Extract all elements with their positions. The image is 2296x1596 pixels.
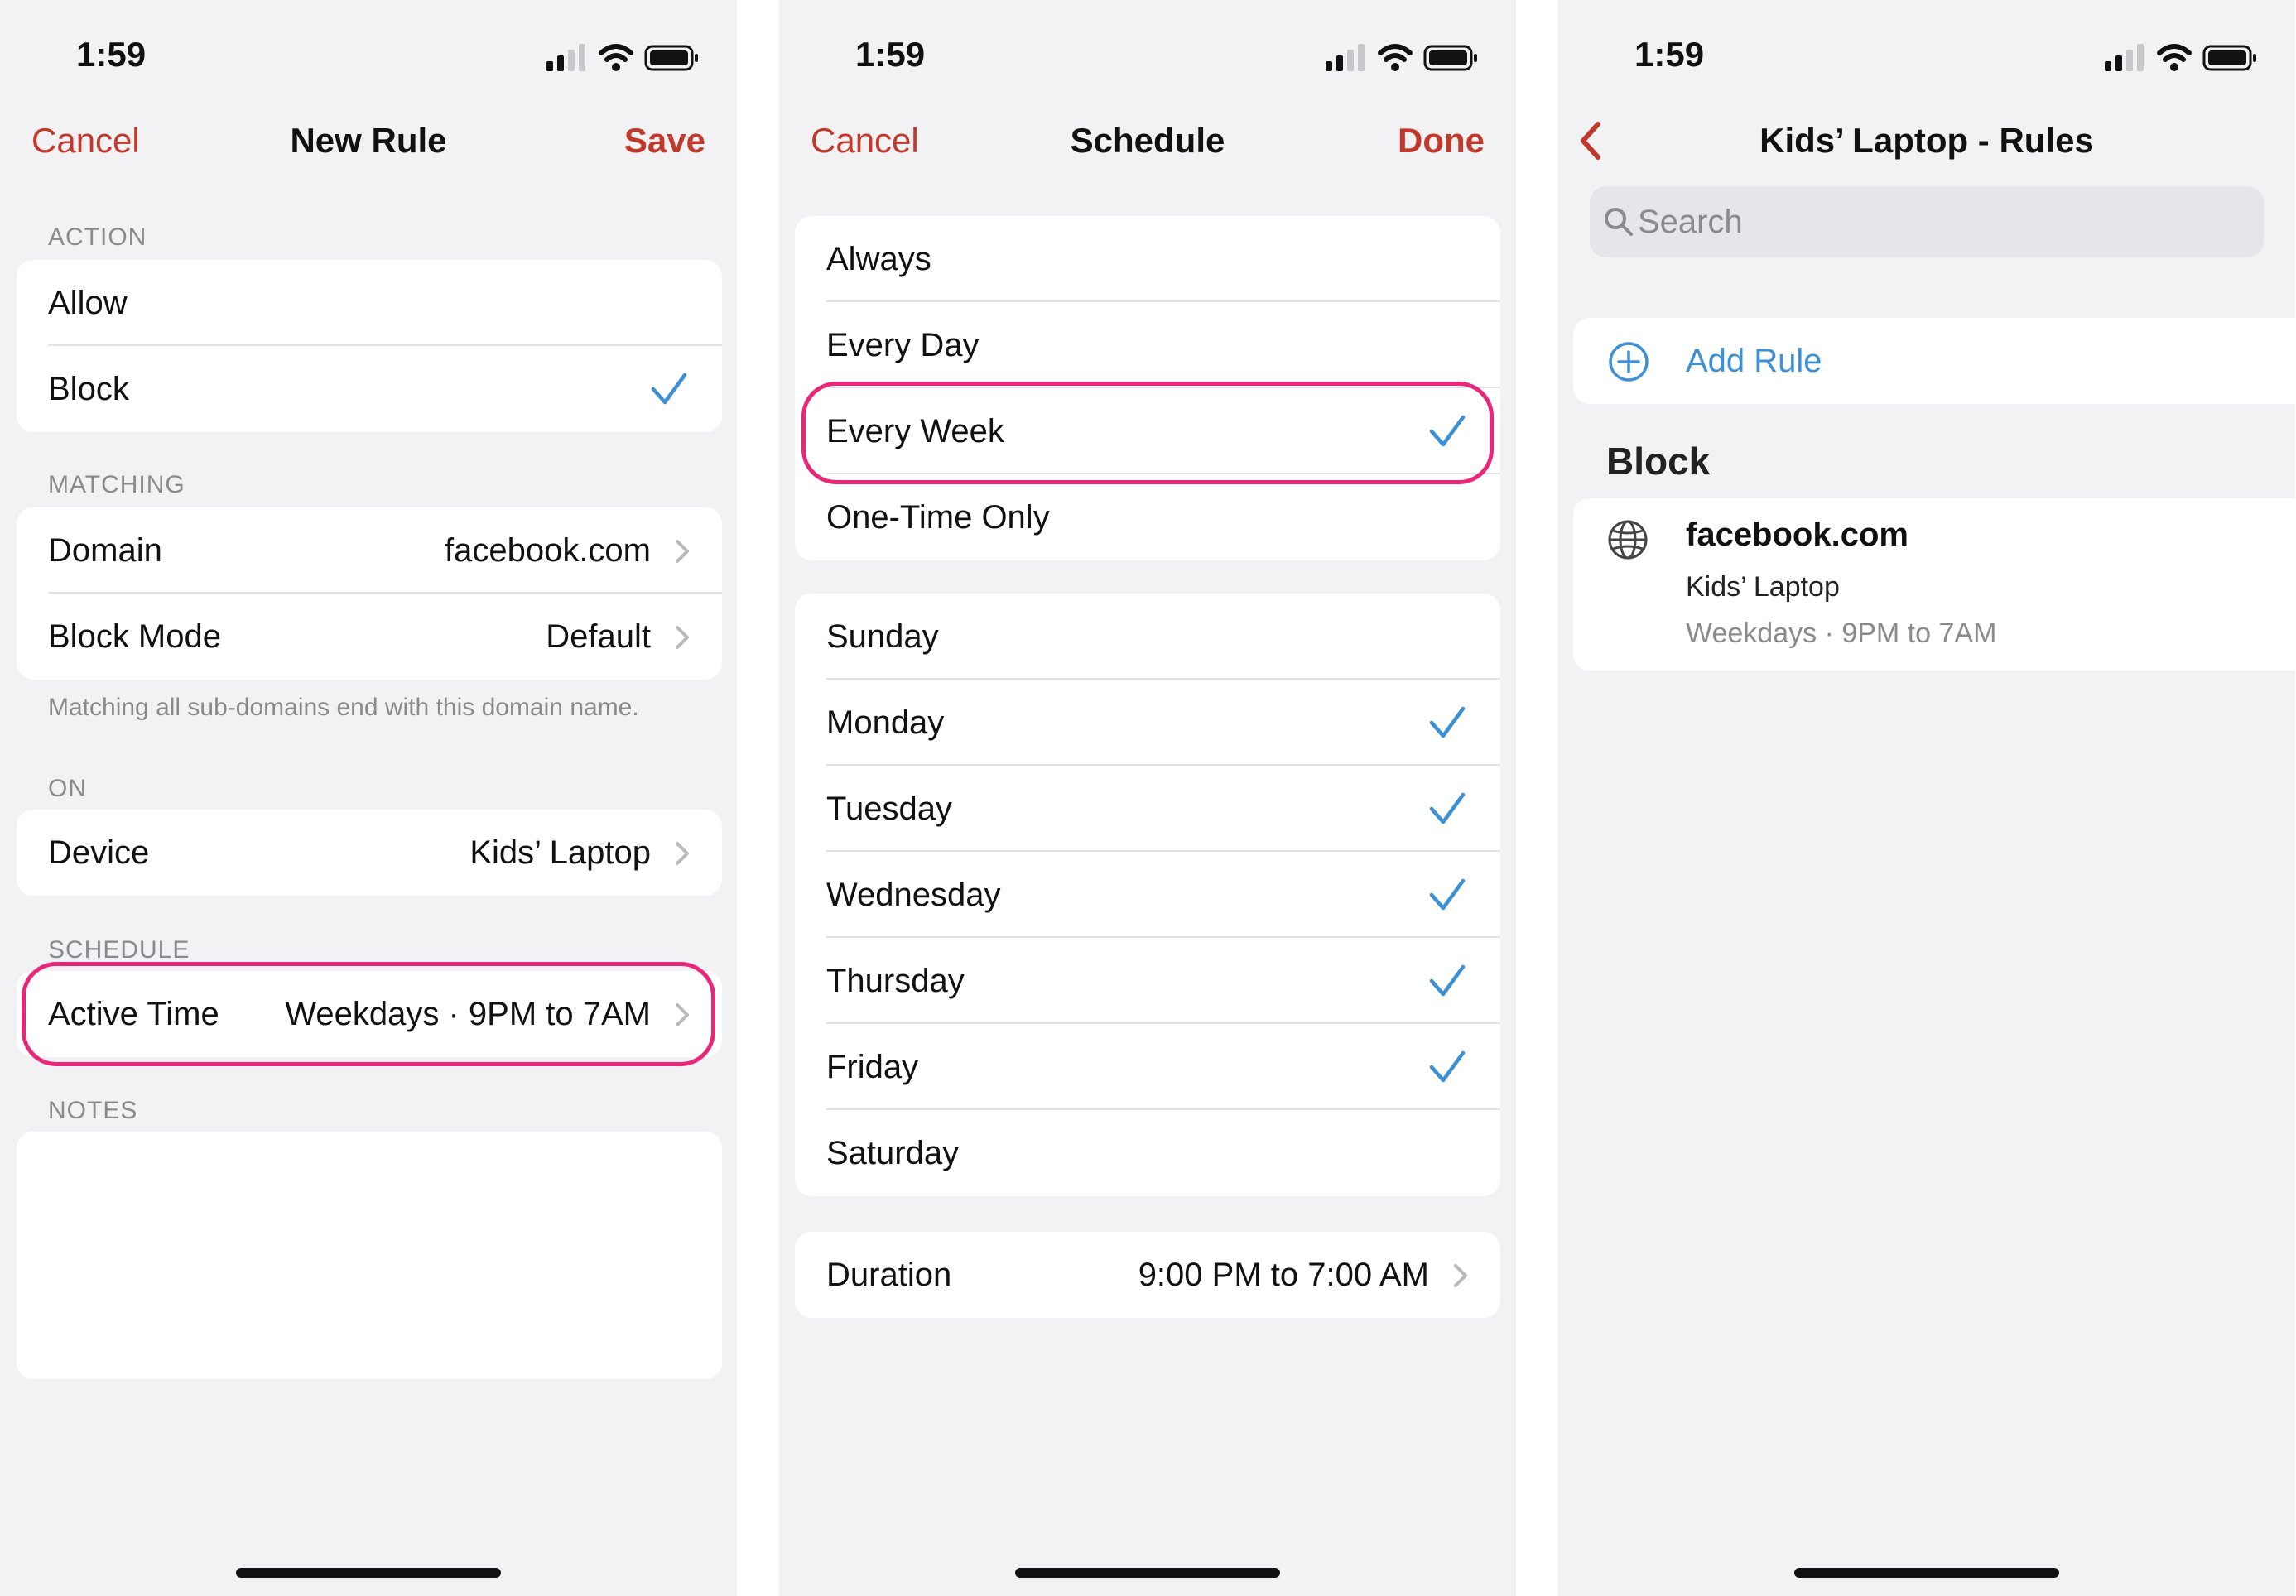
search-placeholder: Search — [1638, 204, 1743, 240]
block-mode-label: Block Mode — [48, 618, 221, 655]
chevron-right-icon — [1454, 1264, 1467, 1287]
add-rule-label: Add Rule — [1686, 343, 1822, 379]
domain-value: facebook.com — [444, 532, 651, 569]
chevron-right-icon — [676, 626, 689, 649]
day-label: Tuesday — [826, 791, 952, 827]
checkmark-icon — [651, 373, 687, 406]
action-block-label: Block — [48, 371, 129, 407]
status-time: 1:59 — [1634, 35, 1705, 74]
status-time: 1:59 — [855, 35, 926, 74]
duration-value: 9:00 PM to 7:00 AM — [1138, 1257, 1429, 1293]
home-indicator — [1794, 1568, 2059, 1578]
on-section-header: ON — [48, 775, 87, 802]
device-label: Device — [48, 834, 150, 871]
chevron-right-icon — [676, 1003, 689, 1026]
device-row[interactable]: Device Kids’ Laptop — [17, 810, 722, 896]
frequency-always-row[interactable]: Always — [795, 216, 1500, 302]
schedule-section-header: SCHEDULE — [48, 936, 190, 964]
domain-row[interactable]: Domain facebook.com — [17, 507, 722, 594]
new-rule-screen: 1:59 New Rule Cancel Save ACTION Allow B… — [0, 0, 737, 1596]
schedule-group: Active Time Weekdays · 9PM to 7AM — [17, 971, 722, 1057]
matching-section-header: MATCHING — [48, 471, 185, 498]
rules-screen: 1:59 Kids’ Laptop - Rules Search Add Rul… — [1558, 0, 2295, 1596]
day-label: Monday — [826, 704, 945, 741]
checkmark-icon — [1429, 1050, 1466, 1084]
frequency-one-time-row[interactable]: One-Time Only — [795, 474, 1500, 560]
days-group: Sunday Monday Tuesday Wednesday Thursday… — [795, 594, 1500, 1196]
active-time-value: Weekdays · 9PM to 7AM — [285, 996, 651, 1032]
day-saturday-row[interactable]: Saturday — [795, 1110, 1500, 1196]
day-friday-row[interactable]: Friday — [795, 1024, 1500, 1110]
day-thursday-row[interactable]: Thursday — [795, 938, 1500, 1024]
action-block-row[interactable]: Block — [17, 346, 722, 432]
navbar: Kids’ Laptop - Rules — [1558, 114, 2295, 169]
save-button[interactable]: Save — [624, 121, 705, 161]
domain-label: Domain — [48, 532, 162, 569]
checkmark-icon — [1429, 415, 1466, 448]
checkmark-icon — [1429, 706, 1466, 739]
status-icons — [546, 41, 700, 75]
on-group: Device Kids’ Laptop — [17, 810, 722, 896]
action-allow-label: Allow — [48, 285, 128, 321]
day-label: Friday — [826, 1049, 919, 1085]
day-sunday-row[interactable]: Sunday — [795, 594, 1500, 680]
day-wednesday-row[interactable]: Wednesday — [795, 852, 1500, 938]
status-icons — [1326, 41, 1480, 75]
rule-schedule: Weekdays · 9PM to 7AM — [1686, 618, 1997, 649]
frequency-label: Every Day — [826, 327, 980, 363]
action-group: Allow Block — [17, 260, 722, 432]
checkmark-icon — [1429, 792, 1466, 825]
active-time-label: Active Time — [48, 996, 219, 1032]
notes-section-header: NOTES — [48, 1097, 138, 1124]
frequency-every-week-row[interactable]: Every Week — [795, 388, 1500, 474]
rule-list-item[interactable]: facebook.com Kids’ Laptop Weekdays · 9PM… — [1573, 498, 2295, 671]
action-section-header: ACTION — [48, 224, 147, 251]
page-title: Kids’ Laptop - Rules — [1759, 121, 2094, 160]
chevron-right-icon — [676, 540, 689, 563]
day-monday-row[interactable]: Monday — [795, 680, 1500, 766]
home-indicator — [236, 1568, 501, 1578]
day-label: Sunday — [826, 618, 939, 655]
schedule-screen: 1:59 Schedule Cancel Done Always Every D… — [779, 0, 1516, 1596]
matching-group: Domain facebook.com Block Mode Default — [17, 507, 722, 680]
block-section-header: Block — [1606, 440, 1711, 483]
checkmark-icon — [1429, 964, 1466, 997]
notes-field[interactable] — [17, 1132, 722, 1379]
plus-circle-icon — [1609, 342, 1649, 382]
frequency-group: Always Every Day Every Week One-Time Onl… — [795, 216, 1500, 560]
navbar: New Rule Cancel Save — [0, 114, 737, 169]
day-label: Wednesday — [826, 877, 1001, 913]
device-value: Kids’ Laptop — [469, 834, 651, 871]
duration-label: Duration — [826, 1257, 952, 1293]
frequency-label: One-Time Only — [826, 499, 1050, 536]
cancel-button[interactable]: Cancel — [811, 121, 919, 161]
add-rule-button[interactable]: Add Rule — [1573, 318, 2295, 404]
frequency-label: Every Week — [826, 413, 1004, 449]
action-allow-row[interactable]: Allow — [17, 260, 722, 346]
search-input[interactable]: Search — [1590, 186, 2264, 257]
status-time: 1:59 — [76, 35, 147, 74]
day-label: Saturday — [826, 1135, 960, 1171]
status-icons — [2105, 41, 2259, 75]
block-mode-row[interactable]: Block Mode Default — [17, 594, 722, 680]
duration-group: Duration 9:00 PM to 7:00 AM — [795, 1232, 1500, 1318]
done-button[interactable]: Done — [1398, 121, 1485, 161]
checkmark-icon — [1429, 878, 1466, 911]
navbar: Schedule Cancel Done — [779, 114, 1516, 169]
globe-icon — [1608, 520, 1648, 560]
rule-domain: facebook.com — [1686, 517, 1909, 553]
day-tuesday-row[interactable]: Tuesday — [795, 766, 1500, 852]
duration-row[interactable]: Duration 9:00 PM to 7:00 AM — [795, 1232, 1500, 1318]
cancel-button[interactable]: Cancel — [31, 121, 140, 161]
frequency-every-day-row[interactable]: Every Day — [795, 302, 1500, 388]
chevron-right-icon — [676, 842, 689, 865]
active-time-row[interactable]: Active Time Weekdays · 9PM to 7AM — [17, 971, 722, 1057]
home-indicator — [1015, 1568, 1280, 1578]
block-mode-value: Default — [546, 618, 651, 655]
day-label: Thursday — [826, 963, 965, 999]
matching-note: Matching all sub-domains end with this d… — [48, 694, 639, 721]
search-icon — [1605, 208, 1633, 236]
rule-device: Kids’ Laptop — [1686, 571, 1840, 603]
frequency-label: Always — [826, 241, 931, 277]
